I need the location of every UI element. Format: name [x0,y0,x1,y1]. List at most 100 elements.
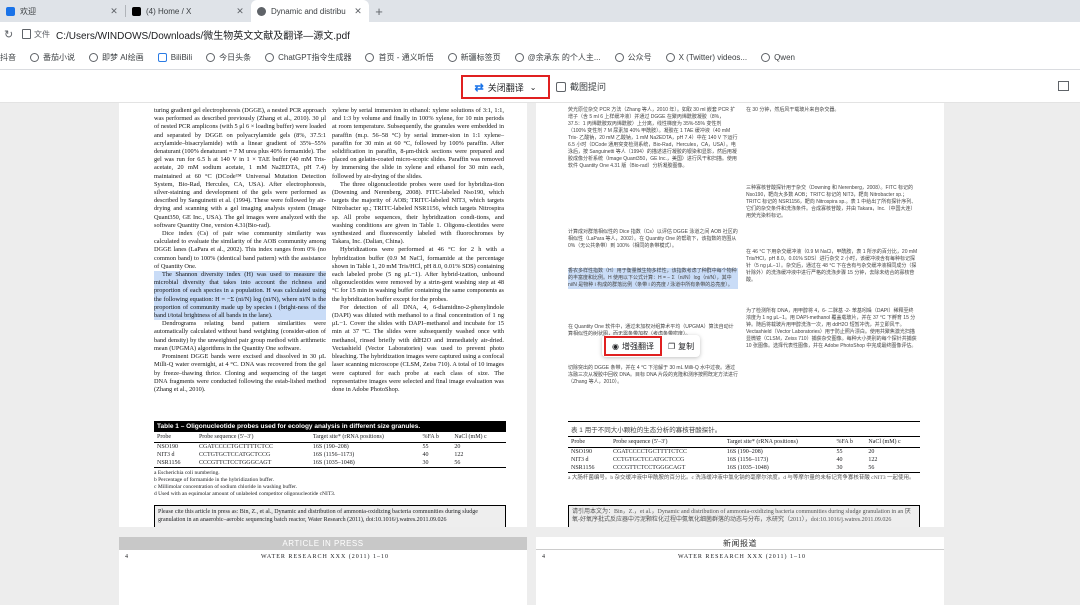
url-field[interactable]: C:/Users/WINDOWS/Downloads/微生物英文文献及翻译—源文… [56,27,350,42]
enhanced-translate-button[interactable]: ◉ 增强翻译 [604,336,662,356]
highlighted-paragraph[interactable]: The Shannon diversity index (H) was used… [154,271,326,321]
tab-welcome[interactable]: 欢迎 ✕ [0,0,125,22]
paragraph: Prominent DGGE bands were excised and di… [154,353,326,393]
bookmark-item[interactable]: 即梦 AI绘画 [89,52,144,63]
table-cell: 122 [868,457,878,463]
site-info-chip[interactable]: 文件 [34,29,50,40]
bookmark-item[interactable]: ChatGPT指令生成器 [265,52,351,63]
paragraph: Hybridizations were performed at 46 °C f… [332,246,504,303]
table-cell: 55 [836,449,843,455]
journal-header: WATER RESEARCH XXX (2011) 1–10 [677,554,807,560]
close-icon[interactable]: ✕ [353,6,363,17]
bookmark-label: ChatGPT指令生成器 [278,53,352,62]
translated-paragraph: 计算成对群落相似性的 Dice 指数（Cs）以评估 DGGE 泳道之间 AOB … [568,229,738,249]
bookmark-item[interactable]: X (Twitter) videos... [665,53,747,62]
table-row: NSO190 CGATCCCCTGCTTTTCTCC 16S (190–208)… [568,448,920,457]
table-row: NIT3 d CCTGTGCTCCATGCTCCG 16S (1156–1173… [154,451,506,459]
close-icon[interactable]: ✕ [235,6,245,17]
table-header: NaCl (mM) c [451,432,506,443]
tab-label: 欢迎 [20,6,36,16]
paragraph: turing gradient gel electrophoresis (DGG… [154,107,326,229]
copy-icon: ❐ [667,341,676,351]
tab-pdf[interactable]: Dynamic and distribu ✕ [251,0,369,22]
new-tab-button[interactable]: + [369,0,389,22]
translated-banner: 新闻报道 [536,537,944,550]
translate-icon: ⇄ [474,81,484,94]
translated-page: 荧光原位杂交 PCR 方法（Zhang 等人，2010 年）。如取 30 ml … [536,103,944,527]
close-translation-button[interactable]: ⇄ 关闭翻译 ⌄ [461,75,550,99]
paragraph: The three oligonucleotide probes were us… [332,180,504,246]
tab-label: (4) Home / X [146,6,192,16]
bookmark-item[interactable]: 公众号 [614,52,652,63]
citation-box: 请引用本文为：Bin，Z.，et al.，Dynamic and distrib… [568,505,920,527]
address-bar: ↻ 文件 C:/Users/WINDOWS/Downloads/微生物英文文献及… [0,22,1080,46]
table-cell: CCTGTGCTCCATGCTCCG [612,457,685,463]
table-header: Probe [154,432,196,443]
globe-icon [665,53,675,62]
table-cell: CGATCCCCTGCTTTTCTCC [198,444,273,450]
paragraph: Dendrograms relating band pattern simila… [154,320,326,352]
screenshot-question-button[interactable]: 截图提问 [556,80,606,93]
globe-icon [265,53,275,62]
paragraph: For detection of all DNA, 4, 6-diamidino… [332,303,504,393]
footnote: c Millimolar concentration of sodium chl… [154,484,298,490]
article-in-press-banner: ARTICLE IN PRESS [119,537,527,550]
bookmark-item[interactable]: 首页 - 通义听悟 [365,52,434,63]
probe-table: Table 1 – Oligonucleotide probes used fo… [154,421,506,498]
translated-highlighted-paragraph[interactable]: 香农多样性指数（H）用于衡量微生物多样性，该指数考虑了种群中每个物种的丰富度和比… [568,268,738,289]
bookmark-item[interactable]: @余承东 的个人主... [514,52,601,63]
bookmark-item[interactable]: BiliBili [157,53,192,62]
table-cell: 30 [422,460,429,466]
page-number: 4 [125,554,129,560]
tab-x-home[interactable]: (4) Home / X ✕ [126,0,251,22]
table-cell: 16S (190–208) [726,449,763,455]
sidebar-toggle-icon[interactable] [1058,81,1069,91]
bookmark-label: 首页 - 通义听悟 [378,53,434,62]
copy-button[interactable]: ❐ 复制 [662,335,700,357]
table-cell: NSR1156 [157,460,181,466]
paragraph: xylene by serial immersion in ethanol: x… [332,107,504,180]
paragraph: Dice index (Cs) of pair wise community s… [154,230,326,270]
footnote: d Used with an equimolar amount of unlab… [154,491,336,497]
screenshot-label: 截图提问 [570,82,607,92]
bookmark-item[interactable]: Qwen [761,53,795,62]
bookmarks-bar: 抖音 番茄小说 即梦 AI绘画 BiliBili 今日头条 ChatGPT指令生… [0,46,1080,70]
translated-table: 表 1 用于不同大小颗粒的生态分析的寡核苷酸探针。 Probe Probe se… [568,421,920,482]
running-header: 4 WATER RESEARCH XXX (2011) 1–10 [536,554,944,560]
chevron-down-icon[interactable]: ⌄ [530,83,537,92]
globe-icon [614,53,624,62]
table-cell: NSO190 [157,444,179,450]
footnote: b Percentage of formamide in the hybridi… [154,477,274,483]
table-header: Probe sequence (5′–3′) [609,437,724,448]
original-page: turing gradient gel electrophoresis (DGG… [119,103,527,527]
table-cell: 16S (1156–1173) [726,457,769,463]
bookmark-item[interactable]: 今日头条 [206,52,251,63]
table-header: Probe [568,437,610,448]
right-column: xylene by serial immersion in ethanol: x… [332,107,504,394]
table-cell: CCCGTTCTCCTGGGCAGT [612,465,686,471]
table-cell: 16S (190–208) [312,444,349,450]
table-caption: Table 1 – Oligonucleotide probes used fo… [154,421,506,432]
table-cell: 55 [422,444,429,450]
table-cell: 40 [422,452,429,458]
refresh-icon[interactable]: ↻ [4,28,16,41]
table-caption: 表 1 用于不同大小颗粒的生态分析的寡核苷酸探针。 [568,421,920,437]
globe-icon [761,53,771,62]
globe-icon [257,6,266,16]
journal-header: WATER RESEARCH XXX (2011) 1–10 [260,554,390,560]
bookmark-item[interactable]: 抖音 [0,52,16,63]
bookmark-item[interactable]: 番茄小说 [30,52,75,63]
close-icon[interactable]: ✕ [109,6,119,17]
left-column: turing gradient gel electrophoresis (DGG… [154,107,326,394]
table-cell: 16S (1035–1048) [312,460,355,466]
table-footnotes: a 大肠杆菌编号。b 杂交缓冲液中甲酰胺的百分比。c 洗涤缓冲液中氯化钠的毫摩尔… [568,472,920,482]
table-footnotes: a Escherichia coli numbering. b Percenta… [154,467,506,498]
pdf-viewer[interactable]: turing gradient gel electrophoresis (DGG… [0,103,1080,605]
table-row: NSR1156 CCCGTTCTCCTGGGCAGT 16S (1035–104… [154,459,506,467]
bookmark-item[interactable]: 新疆标签页 [447,52,501,63]
page-number: 4 [542,554,546,560]
table-cell: CGATCCCCTGCTTTTCTCC [612,449,687,455]
bookmark-label: 新疆标签页 [460,53,501,62]
bookmark-label: 抖音 [0,53,16,62]
bookmark-label: 公众号 [627,53,652,62]
